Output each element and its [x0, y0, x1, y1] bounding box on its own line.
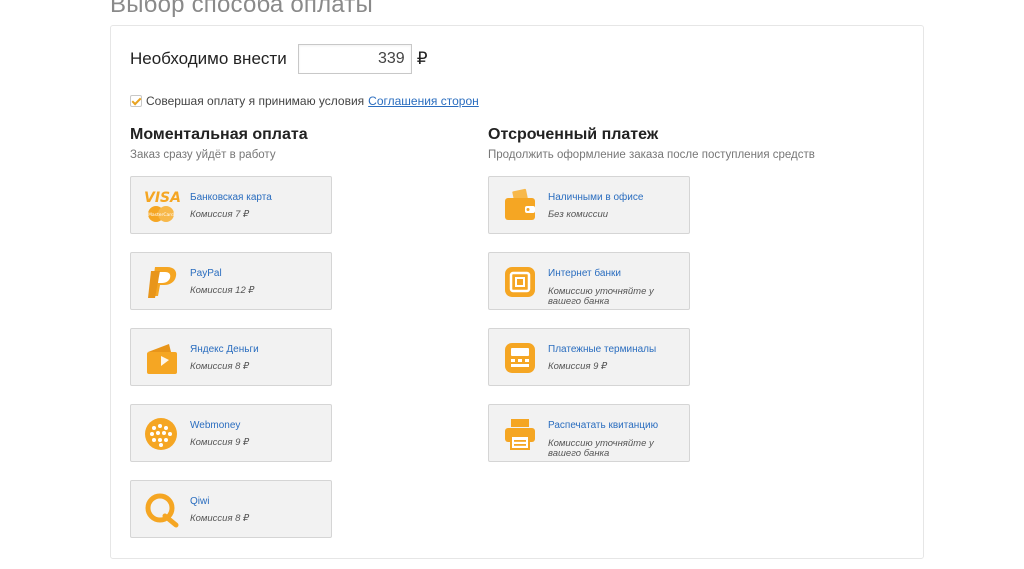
deferred-payment-section: Отсроченный платеж Продолжить оформление…: [488, 125, 815, 162]
option-name: Яндекс Деньги: [190, 344, 259, 355]
amount-label: Необходимо внести: [130, 49, 287, 68]
amount-input[interactable]: [297, 44, 412, 74]
payment-option-bank-card[interactable]: VISA MasterCard Банковская карта Комисси…: [130, 176, 332, 234]
option-fee: Комиссия 12 ₽: [190, 285, 255, 296]
option-fee: Комиссия 9 ₽: [190, 437, 250, 448]
svg-text:MasterCard: MasterCard: [148, 212, 174, 218]
currency-sign: ₽: [416, 49, 428, 68]
yandex-money-wallet-icon: [143, 340, 181, 376]
option-name: Qiwi: [190, 496, 210, 507]
payment-option-qiwi[interactable]: Qiwi Комиссия 8 ₽: [130, 480, 332, 538]
agreement-checkbox[interactable]: [130, 95, 142, 107]
instant-payment-section: Моментальная оплата Заказ сразу уйдёт в …: [130, 125, 308, 162]
option-fee: Комиссия 8 ₽: [190, 361, 250, 372]
deferred-subtitle: Продолжить оформление заказа после посту…: [488, 149, 815, 161]
agreement-link[interactable]: Соглашения сторон: [368, 94, 479, 108]
page-title: Выбор способа оплаты: [110, 0, 373, 18]
cash-wallet-icon: [501, 188, 539, 224]
visa-mastercard-icon: VISA MasterCard: [143, 188, 181, 224]
agreement-text: Совершая оплату я принимаю условия: [146, 94, 365, 108]
payment-terminal-icon: [501, 340, 539, 376]
option-fee: Комиссия 7 ₽: [190, 209, 250, 220]
option-fee: Без комиссии: [548, 209, 609, 220]
instant-title: Моментальная оплата: [130, 126, 308, 143]
option-fee: Комиссия 9 ₽: [548, 361, 608, 372]
option-name: Наличными в офисе: [548, 192, 644, 203]
amount-row: Необходимо внести ₽: [130, 43, 428, 75]
paypal-icon: [143, 264, 181, 300]
option-fee: Комиссия 8 ₽: [190, 513, 250, 524]
payment-option-print-receipt[interactable]: Распечатать квитанцию Комиссию уточняйте…: [488, 404, 690, 462]
deferred-title: Отсроченный платеж: [488, 126, 659, 143]
option-name: PayPal: [190, 268, 222, 279]
internet-bank-icon: [501, 264, 539, 300]
payment-option-internet-bank[interactable]: Интернет банки Комиссию уточняйте у ваше…: [488, 252, 690, 310]
printer-icon: [501, 416, 539, 452]
option-name: Распечатать квитанцию: [548, 420, 659, 431]
payment-panel: Необходимо внести ₽ Совершая оплату я пр…: [110, 25, 924, 559]
option-name: Webmoney: [190, 420, 241, 431]
payment-option-yandex-money[interactable]: Яндекс Деньги Комиссия 8 ₽: [130, 328, 332, 386]
option-fee: Комиссию уточняйте у вашего банка: [548, 286, 654, 307]
option-name: Платежные терминалы: [548, 344, 657, 355]
option-fee: Комиссию уточняйте у вашего банка: [548, 438, 654, 459]
agreement-row: Совершая оплату я принимаю условия Согла…: [130, 94, 479, 108]
instant-subtitle: Заказ сразу уйдёт в работу: [130, 149, 276, 161]
payment-option-cash-office[interactable]: Наличными в офисе Без комиссии: [488, 176, 690, 234]
option-name: Интернет банки: [548, 268, 621, 279]
qiwi-icon: [143, 492, 181, 528]
webmoney-globe-icon: [143, 416, 181, 452]
payment-option-webmoney[interactable]: Webmoney Комиссия 9 ₽: [130, 404, 332, 462]
svg-text:VISA: VISA: [144, 190, 181, 206]
payment-option-paypal[interactable]: PayPal Комиссия 12 ₽: [130, 252, 332, 310]
option-name: Банковская карта: [190, 192, 272, 203]
payment-option-terminal[interactable]: Платежные терминалы Комиссия 9 ₽: [488, 328, 690, 386]
